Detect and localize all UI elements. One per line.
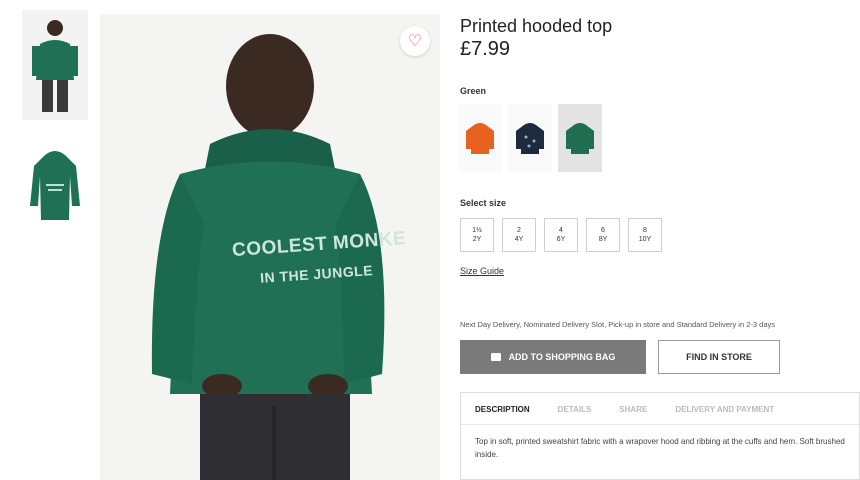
tab-details[interactable]: DETAILS	[558, 405, 592, 424]
swatch-green[interactable]	[558, 104, 602, 172]
size-option-top: 8	[643, 227, 647, 234]
tab-delivery-and-payment[interactable]: DELIVERY AND PAYMENT	[675, 405, 774, 424]
size-option-bottom: 8Y	[598, 236, 608, 243]
select-size-label: Select size	[460, 198, 507, 208]
favorite-heart-icon[interactable]: ♡	[400, 26, 430, 56]
size-guide-link[interactable]: Size Guide	[460, 266, 504, 276]
product-info-panel: Printed hooded top £7.99 Green Select si…	[458, 0, 860, 480]
size-option-bottom: 2Y	[472, 236, 482, 243]
add-to-bag-label: ADD TO SHOPPING BAG	[508, 352, 616, 362]
size-option[interactable]: 4 6Y	[544, 218, 578, 252]
color-swatches	[458, 104, 602, 172]
size-option-top: 1½	[472, 227, 482, 234]
size-option-top: 4	[559, 227, 563, 234]
tab-description[interactable]: DESCRIPTION	[475, 405, 530, 424]
orange-hoodie-icon	[466, 123, 494, 154]
navy-hoodie-icon	[516, 123, 544, 154]
details-tabs: DESCRIPTION DETAILS SHARE DELIVERY AND P…	[461, 393, 859, 425]
shopping-bag-icon	[490, 353, 501, 361]
size-option-bottom: 6Y	[556, 236, 566, 243]
size-option[interactable]: 6 8Y	[586, 218, 620, 252]
find-in-store-button[interactable]: FIND IN STORE	[658, 340, 780, 374]
swatch-orange[interactable]	[458, 104, 502, 172]
add-to-bag-button[interactable]: ADD TO SHOPPING BAG	[460, 340, 646, 374]
delivery-info: Next Day Delivery, Nominated Delivery Sl…	[460, 320, 775, 329]
swatch-navy[interactable]	[508, 104, 552, 172]
product-details-panel: DESCRIPTION DETAILS SHARE DELIVERY AND P…	[460, 392, 860, 480]
thumbnail-model-image	[22, 10, 88, 120]
size-option-bottom: 4Y	[514, 236, 524, 243]
product-main-image: COOLEST MONKE IN THE JUNGLE ♡	[100, 14, 440, 480]
size-option-bottom: 10Y	[638, 236, 652, 243]
thumbnail-model[interactable]	[22, 10, 88, 120]
size-option[interactable]: 1½ 2Y	[460, 218, 494, 252]
color-label: Green	[460, 86, 487, 96]
thumbnail-list	[22, 10, 92, 254]
thumbnail-product[interactable]	[22, 132, 88, 242]
size-options: 1½ 2Y 2 4Y 4 6Y 6 8Y 8 10Y	[460, 218, 662, 252]
tab-share[interactable]: SHARE	[619, 405, 647, 424]
green-hoodie-icon	[566, 123, 594, 154]
size-option-top: 2	[517, 227, 521, 234]
thumbnail-product-image	[22, 132, 88, 242]
product-description: Top in soft, printed sweatshirt fabric w…	[475, 437, 845, 459]
product-title: Printed hooded top	[460, 16, 613, 36]
size-option[interactable]: 2 4Y	[502, 218, 536, 252]
size-option[interactable]: 8 10Y	[628, 218, 662, 252]
product-price: £7.99	[460, 38, 511, 60]
size-option-top: 6	[601, 227, 605, 234]
